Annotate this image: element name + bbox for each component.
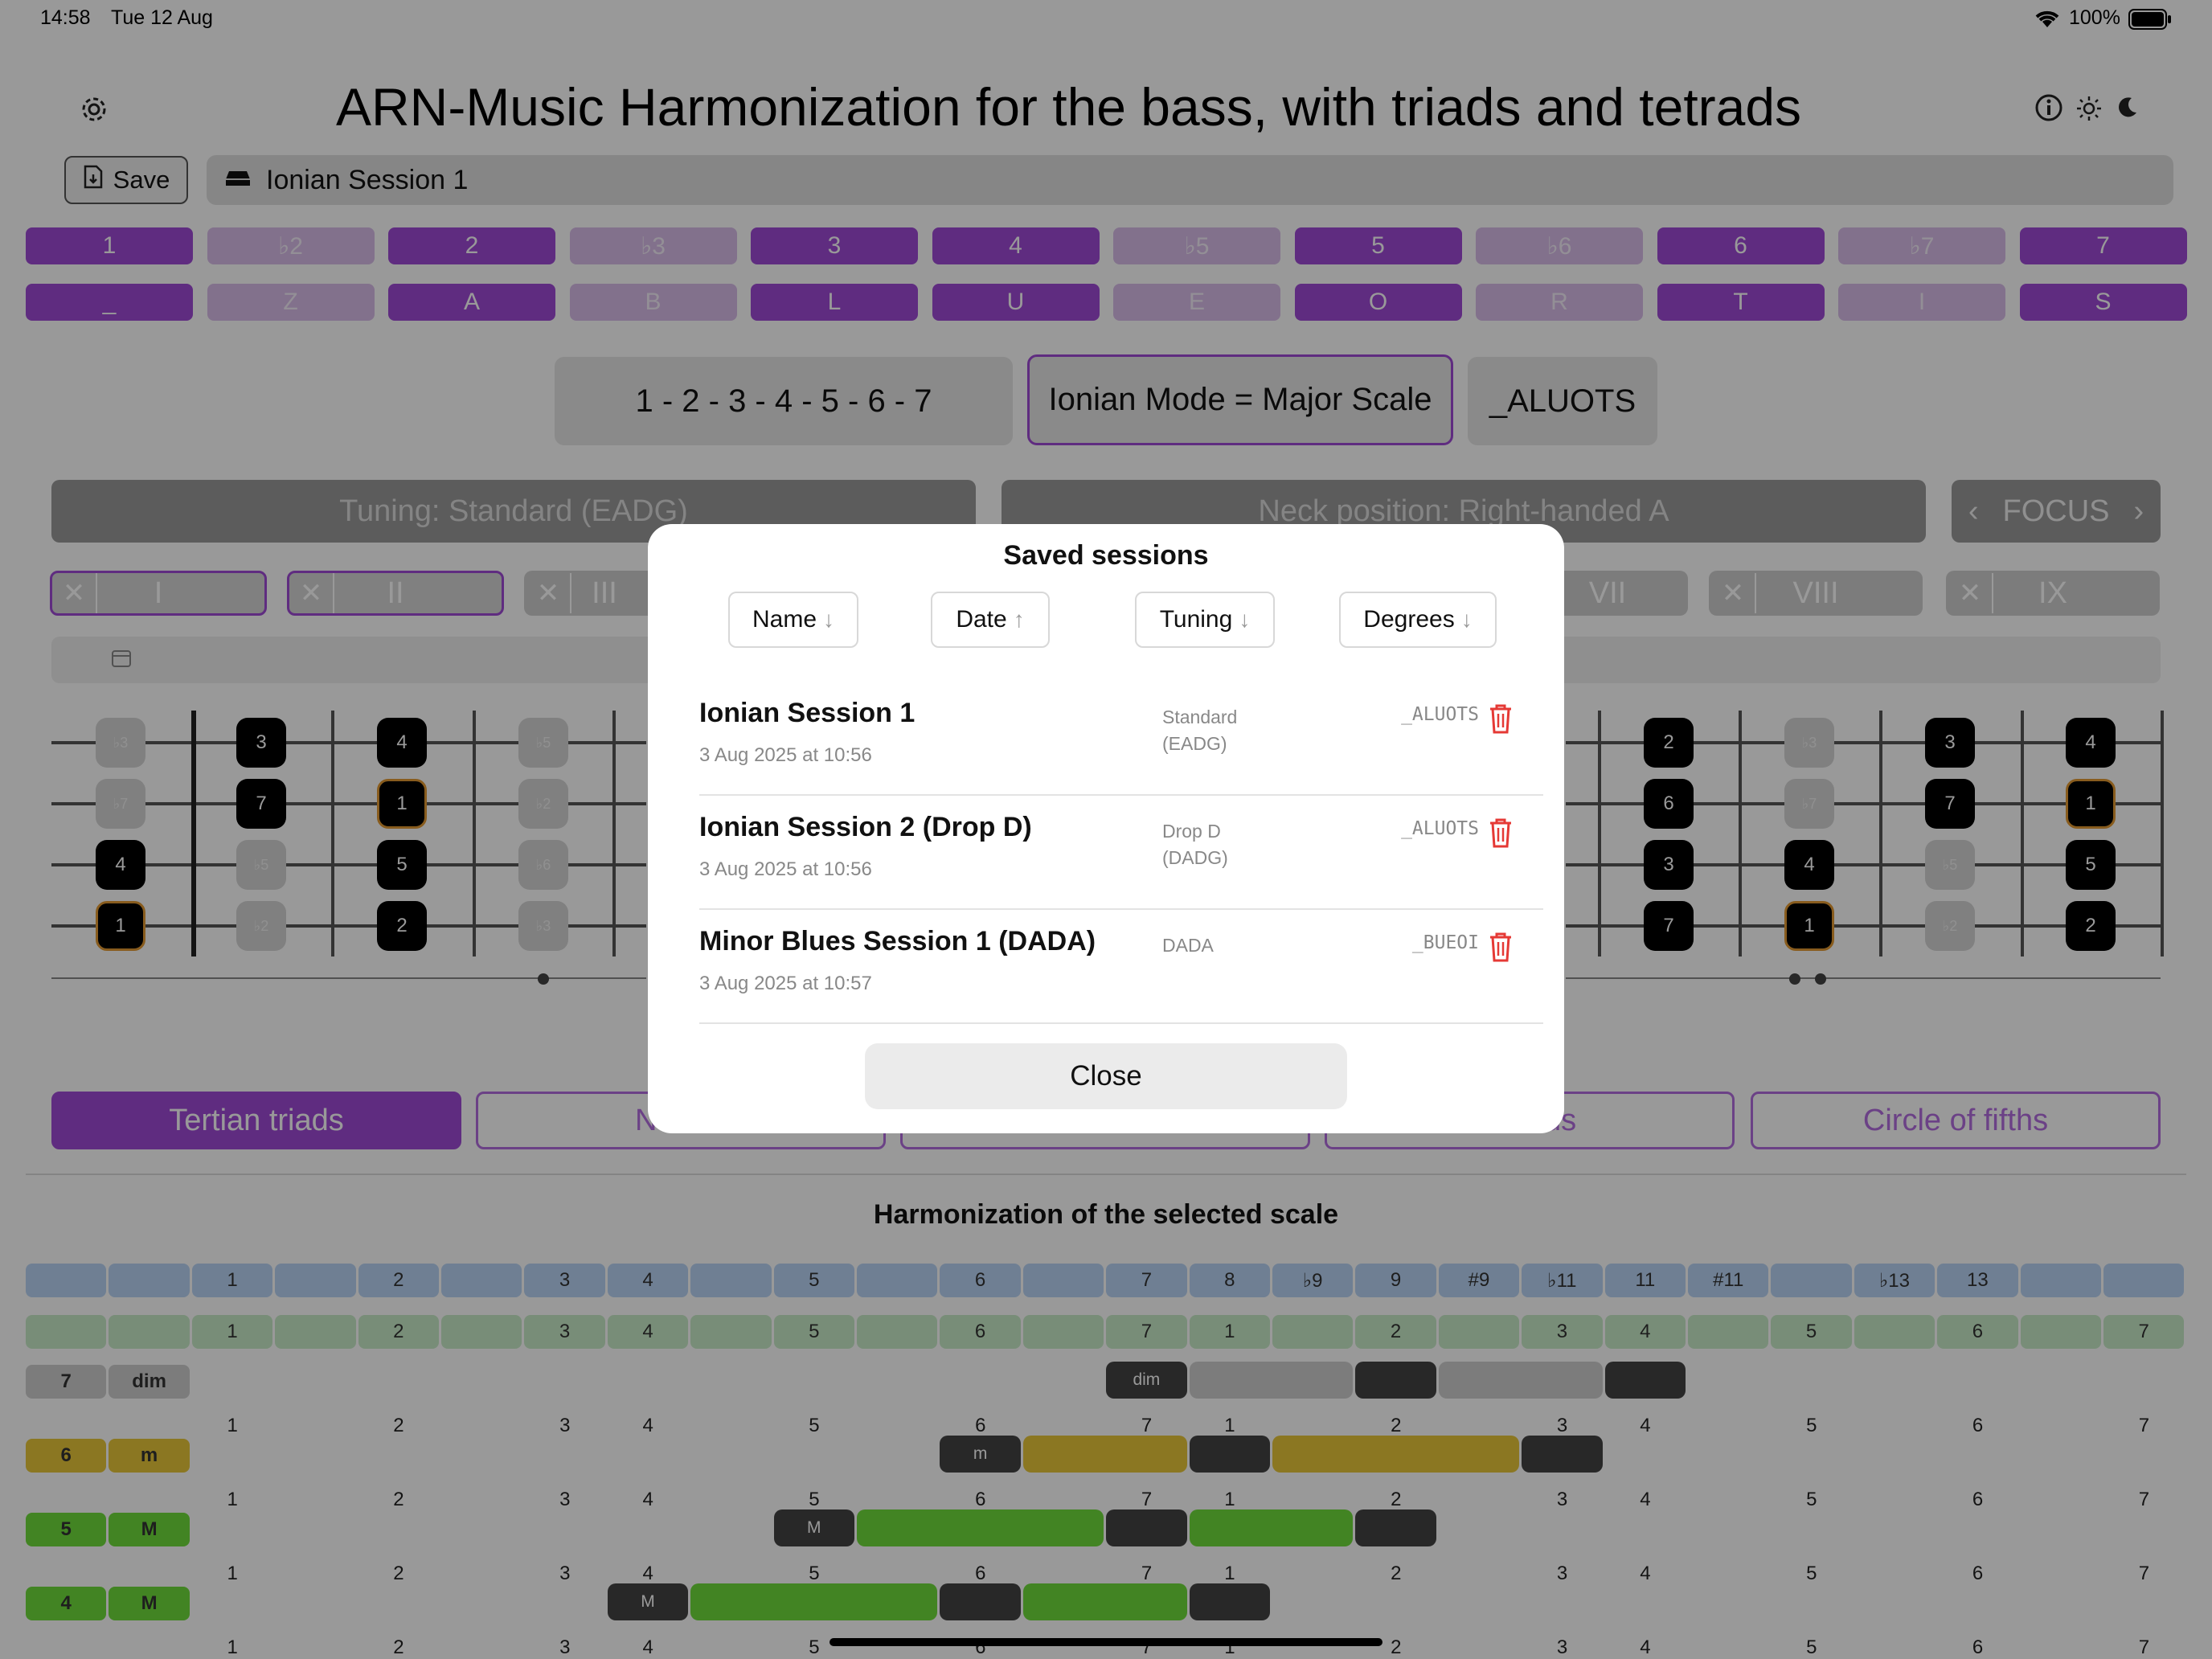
arrow-down-icon: ↓	[823, 607, 835, 632]
arrow-up-icon: ↑	[1013, 607, 1025, 632]
session-row[interactable]: Ionian Session 2 (Drop D) 3 Aug 2025 at …	[699, 796, 1543, 910]
arrow-down-icon: ↓	[1239, 607, 1251, 632]
session-date: 3 Aug 2025 at 10:57	[699, 973, 872, 994]
dialog-title: Saved sessions	[1003, 540, 1209, 571]
session-row[interactable]: Minor Blues Session 1 (DADA) 3 Aug 2025 …	[699, 910, 1543, 1024]
session-name: Ionian Session 1	[699, 698, 916, 728]
session-name: Ionian Session 2 (Drop D)	[699, 812, 1032, 842]
sort-name-button[interactable]: Name ↓	[728, 592, 858, 648]
trash-icon[interactable]	[1487, 931, 1514, 967]
arrow-down-icon: ↓	[1460, 607, 1473, 632]
session-name: Minor Blues Session 1 (DADA)	[699, 926, 1096, 956]
session-degrees: _BUEOI	[1411, 932, 1479, 953]
home-indicator[interactable]	[830, 1638, 1382, 1646]
session-date: 3 Aug 2025 at 10:56	[699, 858, 872, 880]
session-tuning: DADA	[1162, 935, 1214, 956]
session-row[interactable]: Ionian Session 1 3 Aug 2025 at 10:56 Sta…	[699, 682, 1543, 796]
session-degrees: _ALUOTS	[1401, 818, 1479, 839]
session-degrees: _ALUOTS	[1401, 704, 1479, 725]
session-tuning: Standard (EADG)	[1162, 707, 1238, 754]
trash-icon[interactable]	[1487, 703, 1514, 739]
saved-sessions-dialog: Saved sessions Name ↓ Date ↑ Tuning ↓ Degre…	[648, 524, 1564, 1133]
session-tuning: Drop D (DADG)	[1162, 821, 1228, 868]
close-button[interactable]: Close	[865, 1043, 1347, 1109]
session-date: 3 Aug 2025 at 10:56	[699, 744, 872, 766]
sort-date-button[interactable]: Date ↑	[931, 592, 1050, 648]
sort-tuning-button[interactable]: Tuning ↓	[1135, 592, 1275, 648]
sort-degrees-button[interactable]: Degrees ↓	[1339, 592, 1497, 648]
trash-icon[interactable]	[1487, 817, 1514, 853]
